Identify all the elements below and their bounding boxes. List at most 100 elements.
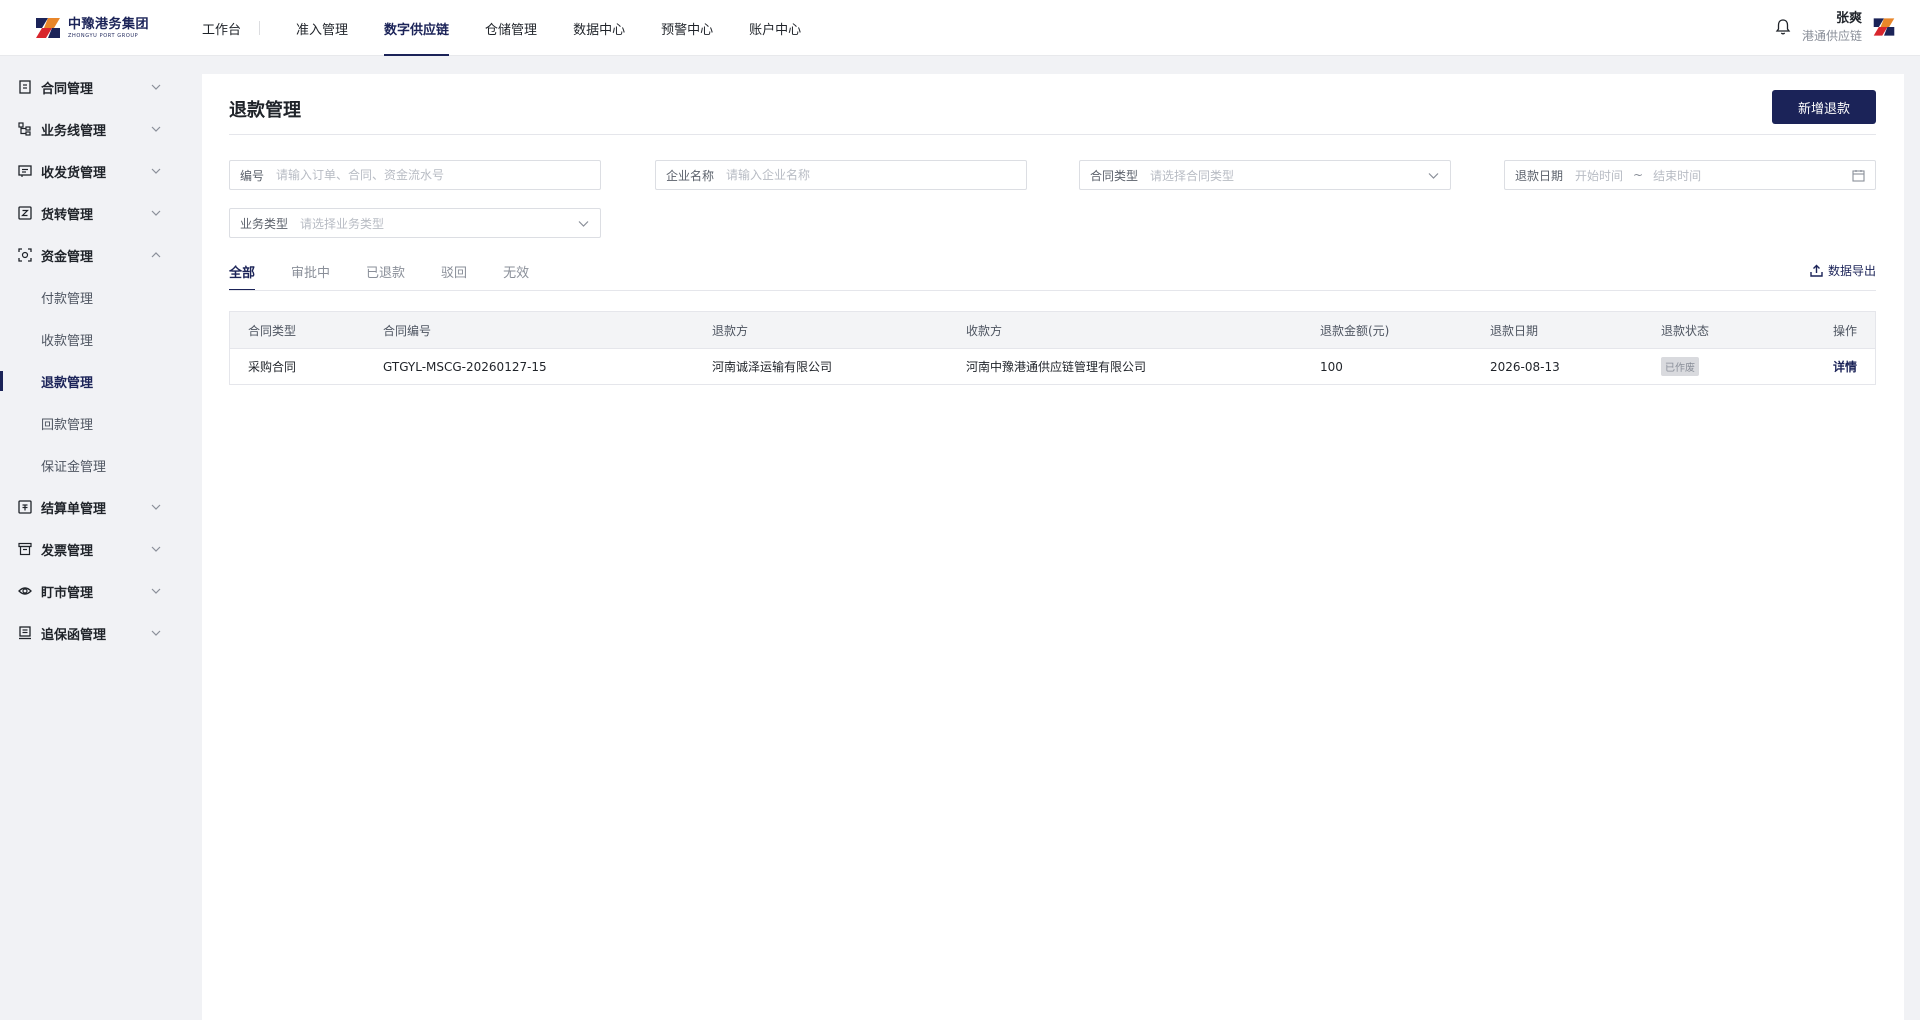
cell-refunder: 河南诚泽运输有限公司 <box>712 360 833 374</box>
export-icon <box>1810 264 1823 277</box>
sidebar-item-label: 盯市管理 <box>41 585 94 601</box>
sidebar: 合同管理 业务线管理 收发货管理 货转管理 资金管理 付款管理 收款管理 退款管… <box>0 56 200 1020</box>
contract-type-placeholder: 请选择合同类型 <box>1150 168 1235 183</box>
sidebar-sub-collection[interactable]: 回款管理 <box>0 402 200 444</box>
bell-icon[interactable] <box>1774 18 1792 36</box>
add-refund-button[interactable]: 新增退款 <box>1772 90 1876 124</box>
sidebar-item-delivery[interactable]: 收发货管理 <box>0 150 200 192</box>
refund-table: 合同类型 合同编号 退款方 收款方 退款金额(元) 退款日期 退款状态 操作 采… <box>229 311 1876 385</box>
sidebar-item-label: 发票管理 <box>41 543 94 559</box>
avatar[interactable] <box>1872 15 1896 39</box>
cell-payee: 河南中豫港通供应链管理有限公司 <box>966 360 1147 374</box>
col-refunder: 退款方 <box>712 323 749 338</box>
code-input[interactable] <box>276 168 590 182</box>
sidebar-item-label: 结算单管理 <box>41 501 107 517</box>
sidebar-sub-refund[interactable]: 退款管理 <box>0 360 200 402</box>
eye-icon <box>18 587 32 595</box>
sidebar-item-contract[interactable]: 合同管理 <box>0 66 200 108</box>
tree-icon <box>18 122 31 136</box>
company-label: 企业名称 <box>666 168 715 183</box>
col-amount: 退款金额(元) <box>1320 323 1390 338</box>
calendar-icon[interactable] <box>1852 169 1865 182</box>
cell-status: 已作废 <box>1643 357 1793 376</box>
tabs-divider <box>229 290 1876 291</box>
tab-invalid[interactable]: 无效 <box>503 262 529 291</box>
invoice-icon <box>18 542 32 556</box>
cell-refund-date: 2026-08-13 <box>1490 359 1560 374</box>
user-org: 港通供应链 <box>1801 28 1862 43</box>
table-row[interactable]: 采购合同 GTGYL-MSCG-20260127-15 河南诚泽运输有限公司 河… <box>230 348 1875 384</box>
contract-icon <box>19 80 31 94</box>
biz-type-label: 业务类型 <box>240 216 289 231</box>
detail-link[interactable]: 详情 <box>1833 360 1857 374</box>
sidebar-item-settlement[interactable]: 结算单管理 <box>0 486 200 528</box>
chevron-up-icon <box>151 252 161 258</box>
top-bar: 中豫港务集团 ZHONGYU PORT GROUP 工作台 准入管理 数字供应链… <box>0 0 1920 56</box>
company-input[interactable] <box>726 168 1016 182</box>
chevron-down-icon <box>151 546 161 552</box>
cell-contract-type: 采购合同 <box>248 360 297 374</box>
fund-icon <box>18 248 32 262</box>
col-contract-no: 合同编号 <box>383 323 432 338</box>
tab-all[interactable]: 全部 <box>229 262 256 291</box>
transfer-icon <box>18 206 32 220</box>
sidebar-sub-receipt[interactable]: 收款管理 <box>0 318 200 360</box>
settlement-icon <box>18 500 32 514</box>
cell-amount: 100 <box>1320 359 1343 374</box>
sidebar-item-guarantee[interactable]: 追保函管理 <box>0 612 200 654</box>
sidebar-item-label: 资金管理 <box>41 249 94 265</box>
sidebar-item-business-line[interactable]: 业务线管理 <box>0 108 200 150</box>
tab-approving[interactable]: 审批中 <box>291 262 330 291</box>
nav-alert-center[interactable]: 预警中心 <box>643 0 731 56</box>
biz-type-placeholder: 请选择业务类型 <box>300 216 385 231</box>
biz-type-select[interactable]: 业务类型 请选择业务类型 <box>229 208 601 238</box>
export-button[interactable]: 数据导出 <box>1810 262 1876 279</box>
export-label: 数据导出 <box>1827 264 1876 278</box>
end-date-input[interactable]: 结束时间 <box>1653 167 1701 184</box>
contract-type-select[interactable]: 合同类型 请选择合同类型 <box>1079 160 1451 190</box>
top-nav: 工作台 准入管理 数字供应链 仓储管理 数据中心 预警中心 账户中心 <box>202 0 819 56</box>
title-divider <box>229 134 1876 135</box>
header-user-area: 张爽 港通供应链 <box>1774 10 1896 44</box>
tab-rejected[interactable]: 驳回 <box>441 262 467 291</box>
nav-account-center[interactable]: 账户中心 <box>731 0 819 56</box>
delivery-icon <box>18 165 32 177</box>
col-actions: 操作 <box>1832 323 1857 338</box>
status-tabs: 全部 审批中 已退款 驳回 无效 <box>229 262 529 291</box>
logo[interactable]: 中豫港务集团 ZHONGYU PORT GROUP <box>34 14 149 42</box>
main-panel: 退款管理 新增退款 编号 企业名称 合同类型 请选择合同类型 退款日期 开始时间… <box>202 74 1904 1020</box>
nav-workbench[interactable]: 工作台 <box>202 0 241 56</box>
col-refund-date: 退款日期 <box>1490 323 1539 338</box>
col-contract-type: 合同类型 <box>248 323 297 338</box>
sidebar-sub-payment[interactable]: 付款管理 <box>0 276 200 318</box>
sidebar-item-invoice[interactable]: 发票管理 <box>0 528 200 570</box>
refund-date-range[interactable]: 退款日期 开始时间 ~ 结束时间 <box>1504 160 1876 190</box>
date-range-separator: ~ <box>1633 168 1644 182</box>
sidebar-item-transfer[interactable]: 货转管理 <box>0 192 200 234</box>
col-payee: 收款方 <box>966 323 1003 338</box>
chevron-down-icon <box>1428 173 1439 179</box>
start-date-input[interactable]: 开始时间 <box>1575 167 1623 184</box>
nav-digital-supply-chain[interactable]: 数字供应链 <box>366 0 467 56</box>
sidebar-item-mark-to-market[interactable]: 盯市管理 <box>0 570 200 612</box>
logo-text-en: ZHONGYU PORT GROUP <box>68 32 139 39</box>
chevron-down-icon <box>151 210 161 216</box>
nav-divider <box>259 21 261 35</box>
status-badge: 已作废 <box>1661 357 1699 376</box>
nav-warehouse[interactable]: 仓储管理 <box>467 0 555 56</box>
tab-refunded[interactable]: 已退款 <box>366 262 405 291</box>
chevron-down-icon <box>151 126 161 132</box>
contract-type-label: 合同类型 <box>1090 168 1139 183</box>
user-info[interactable]: 张爽 港通供应链 <box>1802 10 1862 44</box>
code-label: 编号 <box>240 168 265 183</box>
col-status: 退款状态 <box>1661 323 1710 338</box>
page-title: 退款管理 <box>229 100 301 121</box>
chevron-down-icon <box>151 168 161 174</box>
code-field[interactable]: 编号 <box>229 160 601 190</box>
sidebar-sub-deposit[interactable]: 保证金管理 <box>0 444 200 486</box>
nav-access[interactable]: 准入管理 <box>278 0 366 56</box>
user-name: 张爽 <box>1835 11 1862 26</box>
nav-data-center[interactable]: 数据中心 <box>555 0 643 56</box>
company-field[interactable]: 企业名称 <box>655 160 1027 190</box>
sidebar-item-fund[interactable]: 资金管理 <box>0 234 200 276</box>
